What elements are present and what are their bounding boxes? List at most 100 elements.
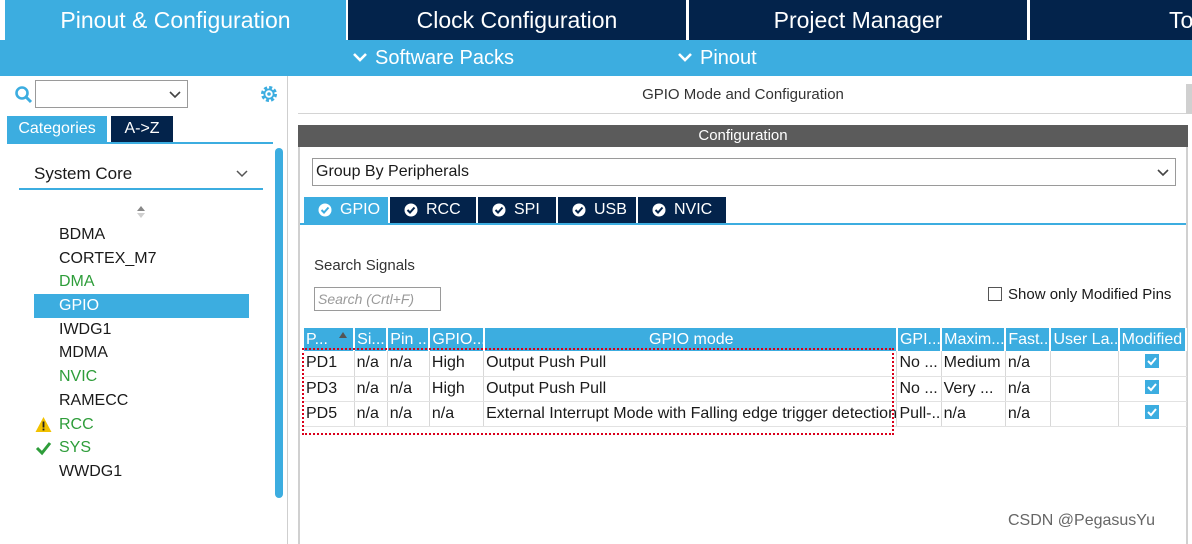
tab-tools[interactable]: Tools — [1030, 0, 1192, 40]
cell-output-level: High — [429, 376, 485, 402]
column-header-gpio-output-level[interactable]: GPIO... — [429, 328, 485, 351]
peripheral-label: SYS — [59, 439, 92, 457]
tab-spi[interactable]: SPI — [478, 197, 556, 223]
cell-gpio-mode: External Interrupt Mode with Falling edg… — [483, 401, 898, 427]
tab-usb[interactable]: USB — [558, 197, 636, 223]
peripheral-item-nvic[interactable]: NVIC — [5, 365, 273, 389]
pinout-menu-label: Pinout — [700, 47, 757, 69]
show-modified-toggle[interactable]: Show only Modified Pins — [988, 286, 1171, 303]
check-circle-icon — [492, 203, 506, 217]
chevron-down-icon — [678, 53, 692, 62]
peripheral-item-mdma[interactable]: MDMA — [5, 341, 273, 365]
table-row[interactable]: PD5 n/a n/a n/a External Interrupt Mode … — [304, 401, 1187, 427]
peripheral-label: CORTEX_M7 — [59, 249, 157, 267]
sort-asc-icon — [339, 332, 348, 338]
cell-max-speed: n/a — [941, 401, 1006, 427]
tab-label: NVIC — [674, 201, 713, 218]
left-panel-scrollbar[interactable] — [275, 148, 283, 498]
category-tab-underline — [7, 142, 273, 144]
cell-max-speed: Very ... — [941, 376, 1006, 402]
cell-user-label — [1050, 376, 1120, 402]
cell-gpio-pull: No ... — [896, 376, 942, 402]
peripheral-item-cortex-m7[interactable]: CORTEX_M7 — [5, 247, 273, 271]
cell-modified[interactable] — [1118, 351, 1187, 377]
cell-user-label — [1050, 401, 1120, 427]
cell-gpio-mode: Output Push Pull — [483, 351, 898, 377]
search-icon[interactable] — [14, 85, 34, 105]
tab-label: USB — [594, 201, 627, 218]
group-by-value: Group By Peripherals — [316, 163, 469, 180]
left-panel: Categories A->Z System Core BDMA CORTEX_… — [5, 76, 288, 544]
modified-checkbox-checked[interactable] — [1145, 354, 1160, 369]
cell-fast-mode: n/a — [1005, 376, 1051, 402]
group-by-dropdown[interactable]: Group By Peripherals — [312, 158, 1176, 186]
peripheral-item-ramecc[interactable]: RAMECC — [5, 389, 273, 413]
system-core-group[interactable]: System Core — [19, 162, 263, 190]
peripheral-label: WWDG1 — [59, 462, 123, 480]
tab-clock-configuration[interactable]: Clock Configuration — [348, 0, 686, 40]
peripheral-item-sys[interactable]: SYS — [5, 436, 273, 460]
check-circle-icon — [404, 203, 418, 217]
search-signals-input[interactable] — [314, 287, 441, 311]
modified-checkbox-checked[interactable] — [1145, 404, 1160, 419]
cell-output-level: n/a — [429, 401, 485, 427]
tab-nvic[interactable]: NVIC — [638, 197, 726, 223]
tab-gpio[interactable]: GPIO — [304, 197, 388, 223]
top-tab-bar: Pinout & Configuration Clock Configurati… — [0, 0, 1192, 40]
column-header-modified[interactable]: Modified — [1118, 328, 1188, 351]
tab-a-to-z[interactable]: A->Z — [111, 116, 173, 142]
chevron-down-icon — [169, 91, 181, 99]
column-header-gpio-pull[interactable]: GPI... — [896, 328, 943, 351]
column-header-gpio-mode[interactable]: GPIO mode — [483, 328, 898, 351]
sub-menu-bar: Software Packs Pinout — [0, 40, 1192, 76]
column-header-signal[interactable]: Si... — [354, 328, 389, 351]
table-row[interactable]: PD3 n/a n/a High Output Push Pull No ...… — [304, 376, 1187, 402]
table-row[interactable]: PD1 n/a n/a High Output Push Pull No ...… — [304, 351, 1187, 377]
cell-modified[interactable] — [1118, 376, 1187, 402]
peripheral-item-rcc[interactable]: RCC — [5, 413, 273, 437]
filter-dropdown[interactable] — [35, 80, 188, 108]
right-edge-scrollbar[interactable] — [1186, 84, 1192, 114]
column-header-pin-context[interactable]: Pin ... — [387, 328, 431, 351]
gear-icon[interactable] — [258, 83, 280, 105]
peripheral-item-gpio[interactable]: GPIO — [34, 294, 249, 318]
tab-pinout-configuration[interactable]: Pinout & Configuration — [5, 0, 346, 40]
tab-label: SPI — [514, 201, 540, 218]
tab-rcc[interactable]: RCC — [390, 197, 476, 223]
show-modified-checkbox[interactable] — [988, 287, 1002, 301]
pinout-menu[interactable]: Pinout — [676, 40, 757, 76]
mode-title: GPIO Mode and Configuration — [298, 76, 1188, 114]
cell-pin: PD1 — [304, 351, 355, 377]
cell-fast-mode: n/a — [1005, 401, 1051, 427]
cell-output-level: High — [429, 351, 485, 377]
peripheral-item-bdma[interactable]: BDMA — [5, 223, 273, 247]
cell-signal: n/a — [354, 401, 388, 427]
warning-icon — [35, 416, 52, 432]
cell-max-speed: Medium — [941, 351, 1006, 377]
checkmark-icon — [35, 442, 52, 456]
header-label: P... — [306, 330, 328, 348]
column-header-pin[interactable]: P... — [304, 328, 356, 351]
modified-checkbox-checked[interactable] — [1145, 379, 1160, 394]
cell-modified[interactable] — [1118, 401, 1187, 427]
cell-gpio-mode: Output Push Pull — [483, 376, 898, 402]
peripheral-item-iwdg1[interactable]: IWDG1 — [5, 318, 273, 342]
cell-signal: n/a — [354, 351, 388, 377]
gpio-config-panel: GPIO Mode and Configuration Configuratio… — [298, 76, 1192, 544]
column-header-max-speed[interactable]: Maxim... — [941, 328, 1007, 351]
column-header-fast-mode[interactable]: Fast... — [1005, 328, 1052, 351]
software-packs-menu[interactable]: Software Packs — [351, 40, 514, 76]
column-header-user-label[interactable]: User La... — [1050, 328, 1120, 351]
peripheral-label: MDMA — [59, 344, 108, 362]
cell-pin: PD3 — [304, 376, 355, 402]
peripheral-item-dma[interactable]: DMA — [5, 270, 273, 294]
cell-user-label — [1050, 351, 1120, 377]
configuration-body: Group By Peripherals GPIO RCC SPI USB NV… — [298, 147, 1188, 544]
cell-pin-context: n/a — [387, 351, 430, 377]
cell-gpio-pull: No ... — [896, 351, 942, 377]
peripheral-item-wwdg1[interactable]: WWDG1 — [5, 460, 273, 484]
sort-icon[interactable] — [135, 204, 147, 220]
tab-categories[interactable]: Categories — [7, 116, 107, 142]
tab-project-manager[interactable]: Project Manager — [689, 0, 1027, 40]
peripheral-label: NVIC — [59, 368, 98, 386]
